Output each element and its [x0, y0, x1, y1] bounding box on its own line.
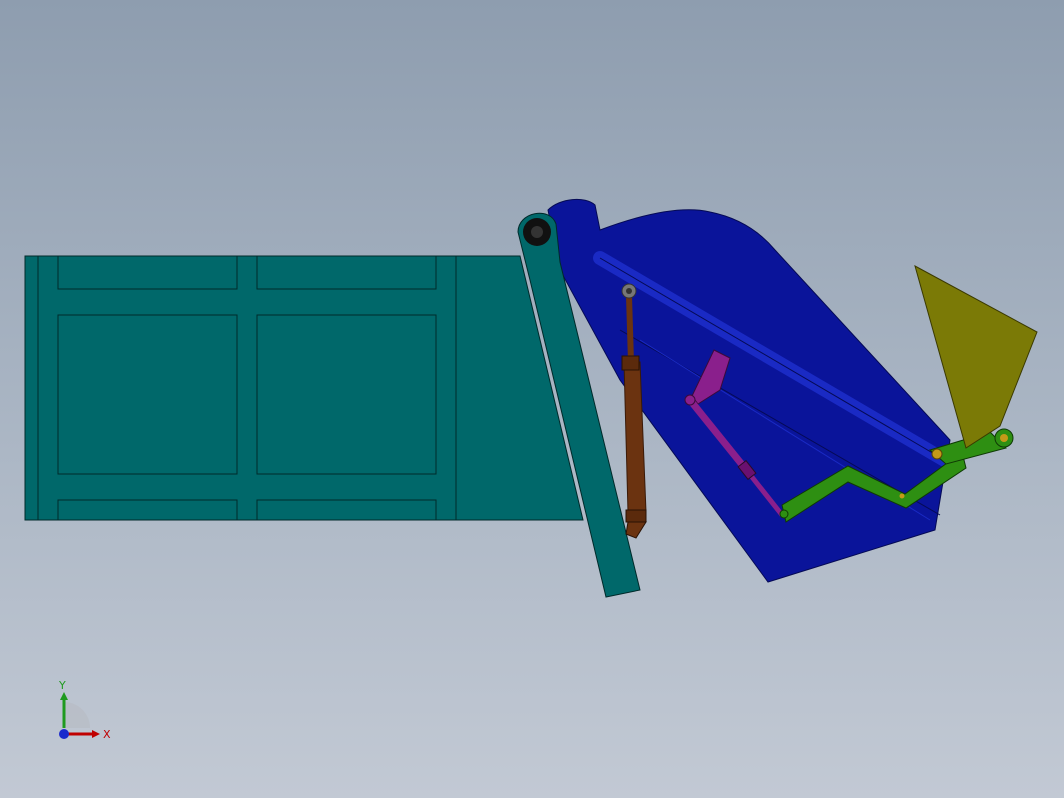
pivot-pin-center	[531, 226, 543, 238]
triad-quadrant	[64, 702, 90, 728]
green-joint	[931, 448, 943, 460]
olive-blade[interactable]	[914, 264, 1038, 449]
assembly-model[interactable]	[0, 0, 1064, 798]
frame-panel	[57, 499, 238, 521]
cylinder-eye-pin	[626, 288, 632, 294]
x-axis-head	[92, 730, 100, 738]
teal-frame[interactable]	[24, 255, 584, 521]
axis-triad: Y X	[58, 679, 111, 741]
frame-panel	[256, 499, 437, 521]
y-axis-label: Y	[58, 679, 66, 692]
cylinder-gland	[621, 355, 640, 371]
cylinder-cap	[625, 509, 647, 523]
z-axis-dot	[59, 729, 69, 739]
green-end-joint	[779, 509, 789, 519]
purple-joint	[684, 394, 696, 406]
frame-panel	[57, 314, 238, 475]
frame-panel	[256, 314, 437, 475]
cylinder-clevis	[625, 521, 647, 539]
frame-panel	[57, 255, 238, 290]
frame-panel	[256, 255, 437, 290]
green-pivot-pin	[1000, 434, 1008, 442]
cylinder-rod	[626, 295, 634, 363]
green-joint-small	[899, 493, 905, 499]
x-axis-label: X	[103, 728, 111, 741]
y-axis-head	[60, 692, 68, 700]
cad-viewport[interactable]: Y X	[0, 0, 1064, 798]
blade-plate	[914, 264, 1038, 449]
